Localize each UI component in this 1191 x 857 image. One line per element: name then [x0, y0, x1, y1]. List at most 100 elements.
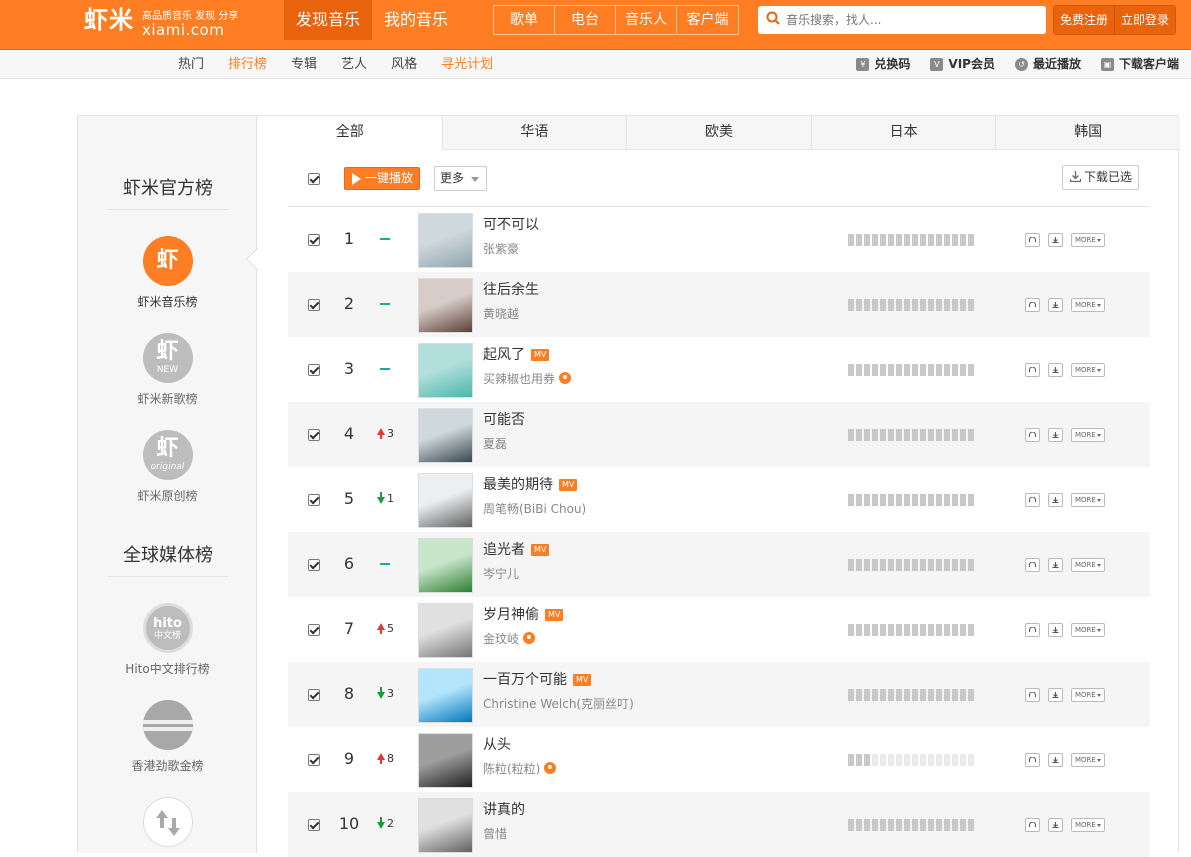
row-checkbox[interactable] [308, 234, 320, 246]
artist-name[interactable]: 周笔畅(BiBi Chou) [483, 502, 586, 516]
sidebar-item-hk-jingge-chart[interactable]: 香港劲歌金榜 [78, 700, 257, 774]
song-title[interactable]: 最美的期待 MV [483, 475, 578, 495]
album-cover[interactable] [418, 733, 473, 788]
mv-badge[interactable]: MV [531, 349, 550, 361]
listen-button[interactable] [1025, 688, 1040, 702]
download-button[interactable] [1048, 753, 1063, 767]
sub-nav-musicians[interactable]: 音乐人 [616, 6, 677, 34]
download-button[interactable] [1048, 428, 1063, 442]
row-checkbox[interactable] [308, 559, 320, 571]
more-dropdown[interactable]: 更多 [434, 166, 487, 191]
sidebar-item-billboard-chart[interactable] [78, 797, 257, 847]
download-button[interactable] [1048, 493, 1063, 507]
tab-korea[interactable]: 韩国 [995, 116, 1180, 149]
sub-nav-client[interactable]: 客户端 [677, 6, 738, 34]
download-client-link[interactable]: ▣ 下载客户端 [1100, 51, 1179, 78]
more-actions-button[interactable]: MORE [1071, 623, 1105, 637]
more-actions-button[interactable]: MORE [1071, 363, 1105, 377]
table-row[interactable]: 4 3 可能否 夏磊 MORE [288, 402, 1150, 467]
play-all-button[interactable]: 一键播放 [344, 167, 420, 190]
listen-button[interactable] [1025, 233, 1040, 247]
category-albums[interactable]: 专辑 [279, 51, 329, 78]
main-nav-my-music[interactable]: 我的音乐 [372, 0, 460, 40]
song-title[interactable]: 往后余生 [483, 280, 539, 300]
row-checkbox[interactable] [308, 494, 320, 506]
song-title[interactable]: 讲真的 [483, 800, 525, 820]
more-actions-button[interactable]: MORE [1071, 688, 1105, 702]
sub-nav-playlists[interactable]: 歌单 [494, 6, 555, 34]
artist-name[interactable]: 夏磊 [483, 437, 507, 451]
sidebar-item-xiami-music-chart[interactable]: 虾 虾米音乐榜 [78, 236, 257, 310]
more-actions-button[interactable]: MORE [1071, 493, 1105, 507]
category-genres[interactable]: 风格 [379, 51, 429, 78]
listen-button[interactable] [1025, 558, 1040, 572]
album-cover[interactable] [418, 538, 473, 593]
row-checkbox[interactable] [308, 819, 320, 831]
song-title-text[interactable]: 从头 [483, 737, 511, 753]
table-row[interactable]: 8 3 一百万个可能 MV Christine Welch(克丽丝叮) MORE [288, 662, 1150, 727]
album-cover[interactable] [418, 278, 473, 333]
more-actions-button[interactable]: MORE [1071, 558, 1105, 572]
mv-badge[interactable]: MV [531, 544, 550, 556]
category-artists[interactable]: 艺人 [329, 51, 379, 78]
listen-button[interactable] [1025, 753, 1040, 767]
listen-button[interactable] [1025, 298, 1040, 312]
more-actions-button[interactable]: MORE [1071, 753, 1105, 767]
tab-western[interactable]: 欧美 [626, 116, 811, 149]
song-title-text[interactable]: 起风了 [483, 347, 525, 363]
sidebar-item-xiami-new-chart[interactable]: 虾 NEW 虾米新歌榜 [78, 333, 257, 407]
artist-name[interactable]: Christine Welch(克丽丝叮) [483, 697, 634, 711]
table-row[interactable]: 5 1 最美的期待 MV 周笔畅(BiBi Chou) MORE [288, 467, 1150, 532]
album-cover[interactable] [418, 213, 473, 268]
redeem-code-link[interactable]: ¥ 兑换码 [856, 51, 910, 78]
mv-badge[interactable]: MV [545, 609, 564, 621]
album-cover[interactable] [418, 408, 473, 463]
more-actions-button[interactable]: MORE [1071, 298, 1105, 312]
table-row[interactable]: 7 5 岁月神偷 MV 金玟岐 MORE [288, 597, 1150, 662]
song-title[interactable]: 岁月神偷 MV [483, 605, 564, 625]
album-cover[interactable] [418, 668, 473, 723]
sidebar-item-xiami-original-chart[interactable]: 虾 original 虾米原创榜 [78, 430, 257, 504]
select-all-checkbox[interactable] [308, 173, 320, 185]
song-title[interactable]: 追光者 MV [483, 540, 550, 560]
song-title[interactable]: 一百万个可能 MV [483, 670, 592, 690]
download-selected-button[interactable]: 下载已选 [1062, 165, 1139, 190]
row-checkbox[interactable] [308, 299, 320, 311]
artist-name[interactable]: 买辣椒也用券 [483, 372, 555, 386]
table-row[interactable]: 10 2 讲真的 曾惜 MORE [288, 792, 1150, 857]
listen-button[interactable] [1025, 818, 1040, 832]
artist-name[interactable]: 岑宁儿 [483, 567, 519, 581]
row-checkbox[interactable] [308, 689, 320, 701]
song-title[interactable]: 起风了 MV [483, 345, 550, 365]
download-button[interactable] [1048, 298, 1063, 312]
download-button[interactable] [1048, 623, 1063, 637]
table-row[interactable]: 9 8 从头 陈粒(粒粒) MORE [288, 727, 1150, 792]
row-checkbox[interactable] [308, 364, 320, 376]
album-cover[interactable] [418, 343, 473, 398]
download-button[interactable] [1048, 233, 1063, 247]
listen-button[interactable] [1025, 493, 1040, 507]
listen-button[interactable] [1025, 623, 1040, 637]
table-row[interactable]: 1 可不可以 张紫豪 MORE [288, 207, 1150, 272]
download-button[interactable] [1048, 688, 1063, 702]
album-cover[interactable] [418, 473, 473, 528]
category-xunguang[interactable]: 寻光计划 [429, 51, 505, 78]
main-nav-discover[interactable]: 发现音乐 [284, 0, 373, 40]
row-checkbox[interactable] [308, 624, 320, 636]
recent-play-link[interactable]: ↺ 最近播放 [1014, 51, 1081, 78]
search-icon[interactable] [766, 11, 780, 25]
category-hot[interactable]: 热门 [166, 51, 216, 78]
listen-button[interactable] [1025, 428, 1040, 442]
register-button[interactable]: 免费注册 [1054, 6, 1116, 34]
artist-name[interactable]: 张紫豪 [483, 242, 519, 256]
song-title-text[interactable]: 可不可以 [483, 217, 539, 233]
song-title-text[interactable]: 追光者 [483, 542, 525, 558]
artist-name[interactable]: 陈粒(粒粒) [483, 762, 540, 776]
song-title[interactable]: 可不可以 [483, 215, 539, 235]
tab-japan[interactable]: 日本 [810, 116, 996, 149]
vip-link[interactable]: V VIP会员 [930, 51, 995, 78]
song-title[interactable]: 可能否 [483, 410, 525, 430]
table-row[interactable]: 3 起风了 MV 买辣椒也用券 MORE [288, 337, 1150, 402]
row-checkbox[interactable] [308, 754, 320, 766]
song-title-text[interactable]: 往后余生 [483, 282, 539, 298]
